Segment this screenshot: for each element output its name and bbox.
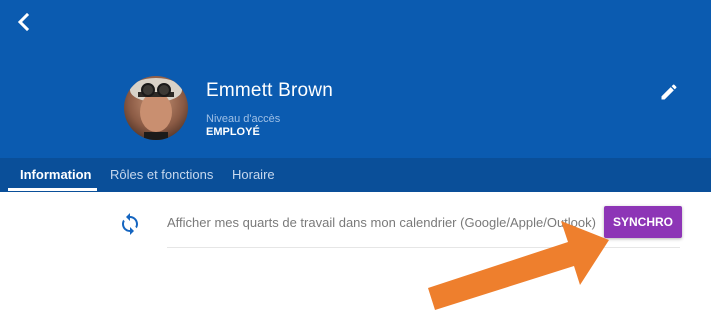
profile-header: Emmett Brown Niveau d'accès EMPLOYÉ (0, 0, 711, 158)
synchro-button[interactable]: SYNCHRO (604, 206, 682, 238)
back-button[interactable] (10, 8, 36, 36)
edit-button[interactable] (659, 82, 679, 102)
user-name: Emmett Brown (206, 80, 333, 101)
sync-icon (118, 212, 142, 236)
pencil-icon (661, 84, 677, 100)
tab-roles-et-fonctions[interactable]: Rôles et fonctions (110, 158, 213, 192)
active-tab-indicator (8, 188, 97, 191)
avatar (124, 76, 188, 140)
chevron-left-icon (17, 13, 30, 31)
access-level-label: Niveau d'accès (206, 113, 281, 125)
tab-horaire[interactable]: Horaire (232, 158, 275, 192)
tab-information[interactable]: Information (20, 158, 92, 192)
tab-bar: Information Rôles et fonctions Horaire (0, 158, 711, 192)
access-level-value: EMPLOYÉ (206, 126, 260, 138)
annotation-arrow (428, 221, 609, 310)
